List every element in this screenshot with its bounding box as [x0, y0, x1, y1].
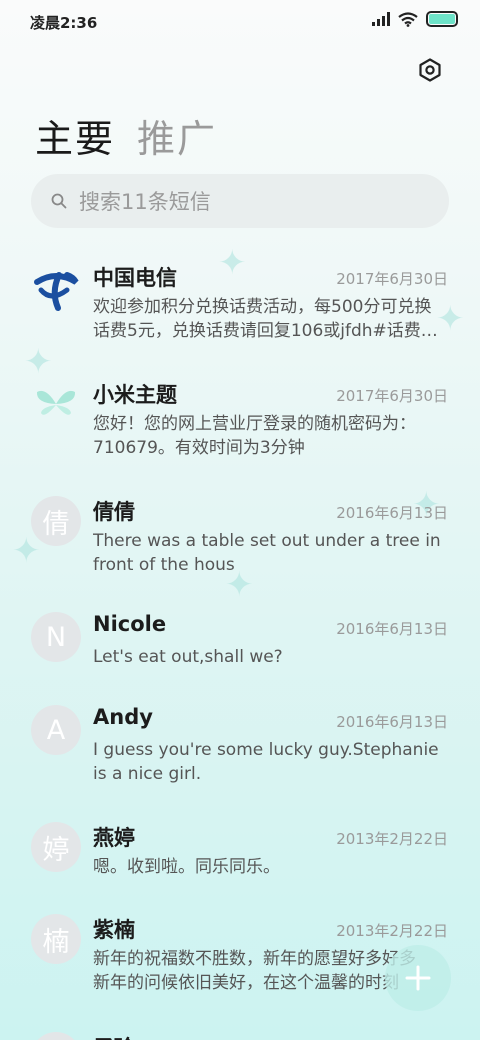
avatar: 楠 [31, 914, 81, 964]
sparkle-decoration: ✦ [218, 243, 247, 283]
preview-line: front of the hous [93, 555, 235, 575]
message-date: 2013年2月22日 [336, 922, 448, 940]
preview-line: 嗯。收到啦。同乐同乐。 [93, 857, 280, 877]
settings-button[interactable] [416, 56, 444, 84]
sender-name: 小米主题 [93, 383, 177, 407]
search-input[interactable]: 搜索11条短信 [31, 174, 449, 228]
search-icon [51, 193, 67, 209]
message-date: 2017年6月30日 [336, 270, 448, 288]
battery-fill [429, 14, 455, 24]
message-preview: 嗯。收到啦。同乐同乐。 [93, 855, 448, 879]
sparkle-decoration: ✦ [12, 531, 41, 571]
china-telecom-logo [34, 272, 79, 311]
avatar [31, 1032, 81, 1040]
preview-line: is a nice girl. [93, 764, 202, 784]
sender-name: Andy [93, 705, 153, 729]
message-date: 2017年6月30日 [336, 387, 448, 405]
message-date: 2016年6月13日 [336, 713, 448, 731]
sender-name: 燕婷 [93, 826, 135, 850]
message-preview: I guess you're some lucky guy.Stephanie … [93, 738, 448, 786]
signal-icon [372, 12, 390, 26]
sender-name: 倩倩 [93, 500, 135, 524]
search-placeholder: 搜索11条短信 [79, 190, 211, 214]
preview-line: Let's eat out,shall we? [93, 647, 283, 667]
battery-icon [426, 11, 458, 27]
sparkle-decoration: ✦ [24, 342, 53, 382]
status-time: 凌晨2:36 [30, 14, 98, 32]
sender-name: 中国电信 [93, 266, 177, 290]
settings-icon [419, 58, 441, 82]
sender-name: 子玲 [93, 1032, 135, 1040]
avatar: 倩 [31, 496, 81, 546]
tab-primary[interactable]: 主要 [35, 108, 115, 163]
sender-name: 紫楠 [93, 918, 135, 942]
preview-line: 710679。有效时间为3分钟 [93, 438, 305, 458]
message-preview: There was a table set out under a tree i… [93, 529, 448, 577]
avatar [31, 262, 81, 312]
status-icons [372, 11, 458, 27]
message-date: 2013年2月22日 [336, 830, 448, 848]
plus-icon [405, 965, 431, 991]
status-bar: 凌晨2:36 [0, 0, 480, 42]
sender-name: Nicole [93, 612, 167, 636]
message-date: 2016年6月13日 [336, 504, 448, 522]
avatar: N [31, 612, 81, 662]
preview-line: I guess you're some lucky guy.Stephanie [93, 740, 439, 760]
new-message-button[interactable] [385, 945, 451, 1011]
message-preview: 欢迎参加积分兑换话费活动，每500分可兑换 话费5元，兑换话费请回复106或jf… [93, 295, 448, 343]
preview-line: 欢迎参加积分兑换话费活动，每500分可兑换 [93, 297, 432, 317]
message-date: 2016年6月13日 [336, 620, 448, 638]
preview-line: 话费5元，兑换话费请回复106或jfdh#话费… [93, 321, 438, 341]
avatar: A [31, 705, 81, 755]
message-preview: 您好！您的网上营业厅登录的随机密码为： 710679。有效时间为3分钟 [93, 412, 448, 460]
tab-promotions[interactable]: 推广 [137, 108, 217, 163]
preview-line: There was a table set out under a tree i… [93, 531, 441, 551]
wifi-icon [398, 11, 418, 27]
tab-bar: 主要 推广 [35, 108, 217, 163]
preview-line: 您好！您的网上营业厅登录的随机密码为： [93, 414, 416, 434]
avatar [31, 379, 81, 429]
avatar: 婷 [31, 822, 81, 872]
butterfly-icon [36, 390, 76, 415]
message-preview: Let's eat out,shall we? [93, 645, 448, 669]
